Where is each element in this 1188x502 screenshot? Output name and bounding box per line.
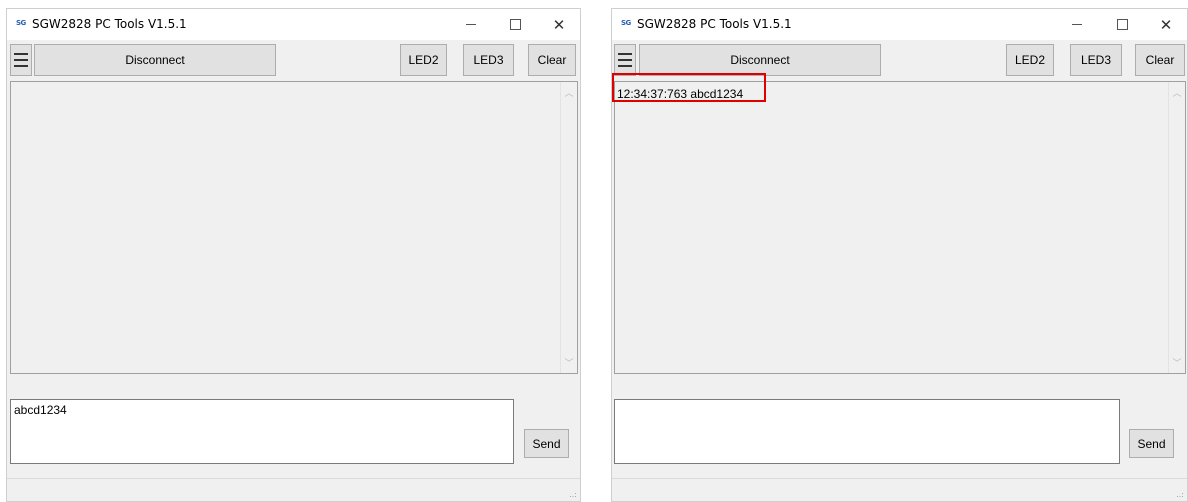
minimize-icon — [1072, 24, 1082, 25]
left-app-window: SG SGW2828 PC Tools V1.5.1 ✕ Disconnect … — [6, 8, 581, 502]
window-title: SGW2828 PC Tools V1.5.1 — [32, 17, 187, 31]
title-bar[interactable]: SG SGW2828 PC Tools V1.5.1 ✕ — [7, 9, 580, 40]
menu-button[interactable] — [614, 44, 636, 76]
maximize-icon — [1116, 19, 1128, 30]
led3-button[interactable]: LED3 — [463, 44, 514, 76]
minimize-button[interactable] — [449, 9, 493, 40]
minimize-icon — [466, 24, 476, 25]
log-output[interactable]: 12:34:37:763 abcd1234 ︿ ﹀ — [614, 81, 1186, 374]
close-icon: ✕ — [552, 15, 566, 34]
highlight-box — [612, 73, 766, 102]
log-output[interactable]: ︿ ﹀ — [10, 81, 578, 374]
status-bar: ..: — [7, 478, 580, 501]
app-icon: SG — [621, 19, 631, 27]
message-input-value: abcd1234 — [14, 403, 67, 417]
resize-grip-icon[interactable]: ..: — [569, 491, 577, 499]
scroll-up-icon[interactable]: ︿ — [561, 84, 577, 101]
scroll-down-icon[interactable]: ﹀ — [1169, 354, 1185, 371]
hamburger-icon — [618, 53, 632, 55]
send-button[interactable]: Send — [1129, 429, 1174, 458]
title-bar[interactable]: SG SGW2828 PC Tools V1.5.1 ✕ — [612, 9, 1187, 40]
maximize-icon — [509, 19, 521, 30]
maximize-button[interactable] — [493, 9, 537, 40]
close-icon: ✕ — [1159, 15, 1173, 34]
scroll-down-icon[interactable]: ﹀ — [561, 354, 577, 371]
message-input[interactable] — [614, 399, 1120, 464]
led3-button[interactable]: LED3 — [1070, 44, 1122, 76]
disconnect-button[interactable]: Disconnect — [34, 44, 276, 76]
minimize-button[interactable] — [1055, 9, 1099, 40]
disconnect-button[interactable]: Disconnect — [639, 44, 881, 76]
close-button[interactable]: ✕ — [1144, 9, 1188, 40]
resize-grip-icon[interactable]: ..: — [1176, 491, 1184, 499]
menu-button[interactable] — [10, 44, 32, 76]
scroll-up-icon[interactable]: ︿ — [1169, 84, 1185, 101]
log-scrollbar[interactable]: ︿ ﹀ — [1168, 82, 1185, 373]
led2-button[interactable]: LED2 — [400, 44, 447, 76]
maximize-button[interactable] — [1100, 9, 1144, 40]
send-button[interactable]: Send — [524, 429, 569, 458]
status-bar: ..: — [612, 478, 1187, 501]
hamburger-icon — [14, 53, 28, 55]
log-scrollbar[interactable]: ︿ ﹀ — [560, 82, 577, 373]
clear-button[interactable]: Clear — [1135, 44, 1185, 76]
led2-button[interactable]: LED2 — [1006, 44, 1054, 76]
clear-button[interactable]: Clear — [528, 44, 576, 76]
close-button[interactable]: ✕ — [537, 9, 581, 40]
window-title: SGW2828 PC Tools V1.5.1 — [637, 17, 792, 31]
message-input[interactable]: abcd1234 — [10, 399, 514, 464]
app-icon: SG — [16, 19, 26, 27]
